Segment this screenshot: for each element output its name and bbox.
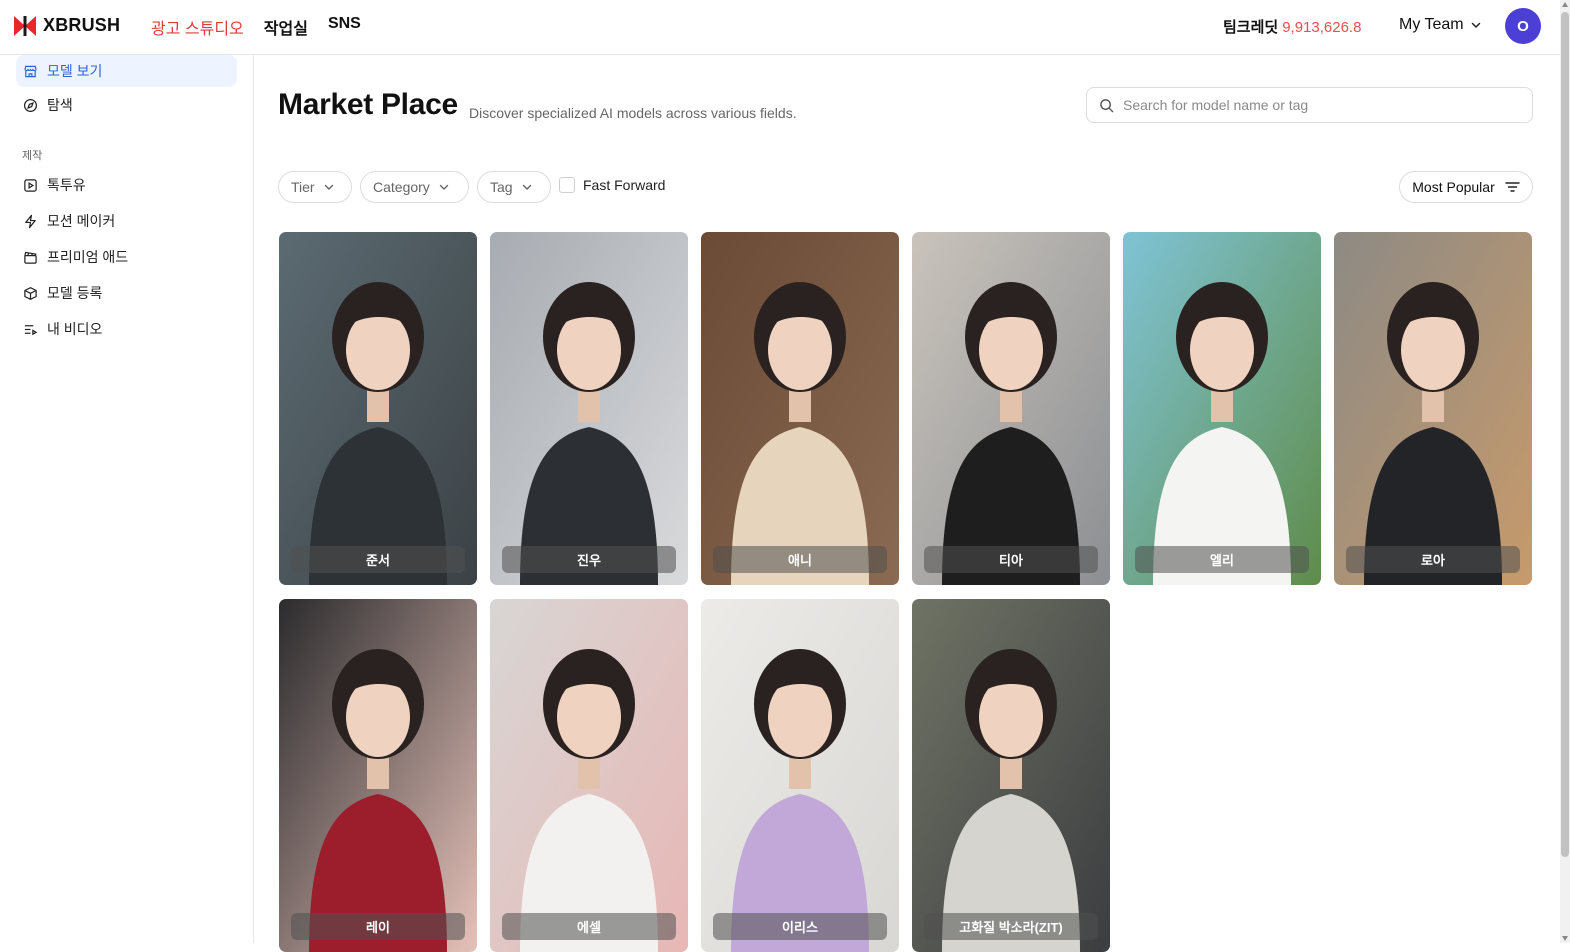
model-name-label: 엘리 bbox=[1135, 546, 1309, 573]
model-portrait-image bbox=[490, 232, 688, 585]
filter-label: Tier bbox=[291, 179, 315, 195]
sidebar-item-label: 모델 등록 bbox=[47, 285, 103, 301]
model-portrait-image bbox=[701, 599, 899, 952]
filter-tag[interactable]: Tag bbox=[477, 171, 551, 203]
model-card[interactable]: 고화질 박소라(ZIT) bbox=[912, 599, 1110, 952]
chevron-down-icon bbox=[522, 184, 531, 190]
fast-forward-checkbox[interactable]: Fast Forward bbox=[559, 177, 665, 193]
model-card[interactable]: 레이 bbox=[279, 599, 477, 952]
credit-value: 9,913,626.8 bbox=[1282, 19, 1362, 36]
store-icon bbox=[24, 65, 37, 77]
model-card[interactable]: 에셀 bbox=[490, 599, 688, 952]
model-portrait-image bbox=[1123, 232, 1321, 585]
model-card[interactable]: 이리스 bbox=[701, 599, 899, 952]
sidebar-item-talk-to-you[interactable]: 톡투유 bbox=[16, 169, 237, 201]
model-card[interactable]: 티아 bbox=[912, 232, 1110, 585]
model-name-label: 레이 bbox=[291, 913, 465, 940]
nav-workroom[interactable]: 작업실 bbox=[264, 15, 308, 39]
model-name-label: 고화질 박소라(ZIT) bbox=[924, 913, 1098, 940]
sidebar-item-model-view[interactable]: 모델 보기 bbox=[16, 55, 237, 87]
model-portrait-image bbox=[1334, 232, 1532, 585]
filter-label: Category bbox=[373, 179, 430, 195]
model-name-label: 이리스 bbox=[713, 913, 887, 940]
team-label: My Team bbox=[1399, 16, 1464, 33]
sidebar-item-label: 모델 보기 bbox=[47, 63, 103, 79]
cube-icon bbox=[24, 286, 37, 300]
checkbox[interactable] bbox=[559, 177, 575, 193]
top-nav: 광고 스튜디오 작업실 SNS bbox=[151, 15, 361, 39]
bolt-icon bbox=[25, 214, 36, 228]
sidebar-item-label: 프리미엄 애드 bbox=[47, 249, 129, 265]
top-header: XBRUSH 광고 스튜디오 작업실 SNS 팀크레딧 9,913,626.8 M… bbox=[0, 0, 1560, 55]
avatar[interactable]: O bbox=[1505, 8, 1541, 44]
brand-name: XBRUSH bbox=[43, 15, 121, 35]
sort-icon bbox=[1505, 182, 1520, 192]
scroll-up-icon[interactable] bbox=[1562, 2, 1568, 7]
model-portrait-image bbox=[701, 232, 899, 585]
chevron-down-icon bbox=[324, 184, 333, 190]
search-input[interactable] bbox=[1123, 97, 1503, 113]
fast-forward-label: Fast Forward bbox=[583, 177, 666, 193]
credit-label: 팀크레딧 bbox=[1223, 19, 1279, 36]
sidebar: 모델 보기 탐색 제작 톡투유 모션 메이커 프리미엄 애드 모델 등록 내 비… bbox=[0, 55, 254, 943]
nav-sns[interactable]: SNS bbox=[328, 15, 361, 39]
nav-ad-studio[interactable]: 광고 스튜디오 bbox=[151, 15, 244, 39]
model-portrait-image bbox=[912, 599, 1110, 952]
sidebar-item-label: 톡투유 bbox=[47, 177, 86, 193]
compass-icon bbox=[23, 98, 38, 112]
sidebar-item-label: 내 비디오 bbox=[47, 321, 103, 337]
list-video-icon bbox=[24, 324, 38, 335]
sort-dropdown[interactable]: Most Popular bbox=[1399, 171, 1533, 203]
team-selector[interactable]: My Team bbox=[1399, 16, 1482, 34]
scrollbar-thumb[interactable] bbox=[1561, 12, 1569, 857]
model-portrait-image bbox=[490, 599, 688, 952]
xbrush-logo-icon bbox=[14, 15, 36, 36]
search-box[interactable] bbox=[1086, 87, 1533, 123]
model-name-label: 티아 bbox=[924, 546, 1098, 573]
model-name-label: 애니 bbox=[713, 546, 887, 573]
sidebar-item-label: 모션 메이커 bbox=[47, 213, 116, 229]
model-name-label: 에셀 bbox=[502, 913, 676, 940]
search-icon bbox=[1100, 98, 1114, 112]
filter-tier[interactable]: Tier bbox=[278, 171, 352, 203]
sidebar-item-my-video[interactable]: 내 비디오 bbox=[16, 313, 237, 345]
sort-label: Most Popular bbox=[1412, 179, 1495, 195]
clapper-icon bbox=[24, 251, 37, 264]
model-name-label: 진우 bbox=[502, 546, 676, 573]
sidebar-item-label: 탐색 bbox=[47, 97, 73, 113]
model-portrait-image bbox=[279, 232, 477, 585]
model-card[interactable]: 준서 bbox=[279, 232, 477, 585]
filter-category[interactable]: Category bbox=[360, 171, 469, 203]
sidebar-item-explore[interactable]: 탐색 bbox=[16, 89, 237, 121]
model-name-label: 로아 bbox=[1346, 546, 1520, 573]
sidebar-item-premium-ad[interactable]: 프리미엄 애드 bbox=[16, 241, 237, 273]
chevron-down-icon bbox=[1471, 22, 1480, 29]
model-card[interactable]: 진우 bbox=[490, 232, 688, 585]
play-square-icon bbox=[24, 178, 37, 192]
chevron-down-icon bbox=[439, 184, 449, 190]
model-card[interactable]: 엘리 bbox=[1123, 232, 1321, 585]
model-portrait-image bbox=[912, 232, 1110, 585]
team-credit: 팀크레딧 9,913,626.8 bbox=[1223, 16, 1361, 37]
sidebar-item-model-register[interactable]: 모델 등록 bbox=[16, 277, 237, 309]
brand-logo[interactable]: XBRUSH bbox=[14, 15, 120, 36]
scroll-down-icon[interactable] bbox=[1562, 936, 1568, 941]
page-title: Market Place bbox=[278, 88, 458, 121]
filter-label: Tag bbox=[490, 179, 513, 195]
sidebar-section-label: 제작 bbox=[22, 150, 43, 162]
model-card[interactable]: 애니 bbox=[701, 232, 899, 585]
model-card[interactable]: 로아 bbox=[1334, 232, 1532, 585]
vertical-scrollbar[interactable] bbox=[1560, 0, 1570, 943]
model-portrait-image bbox=[279, 599, 477, 952]
sidebar-item-motion-maker[interactable]: 모션 메이커 bbox=[16, 205, 237, 237]
model-name-label: 준서 bbox=[291, 546, 465, 573]
page-subtitle: Discover specialized AI models across va… bbox=[469, 105, 797, 121]
